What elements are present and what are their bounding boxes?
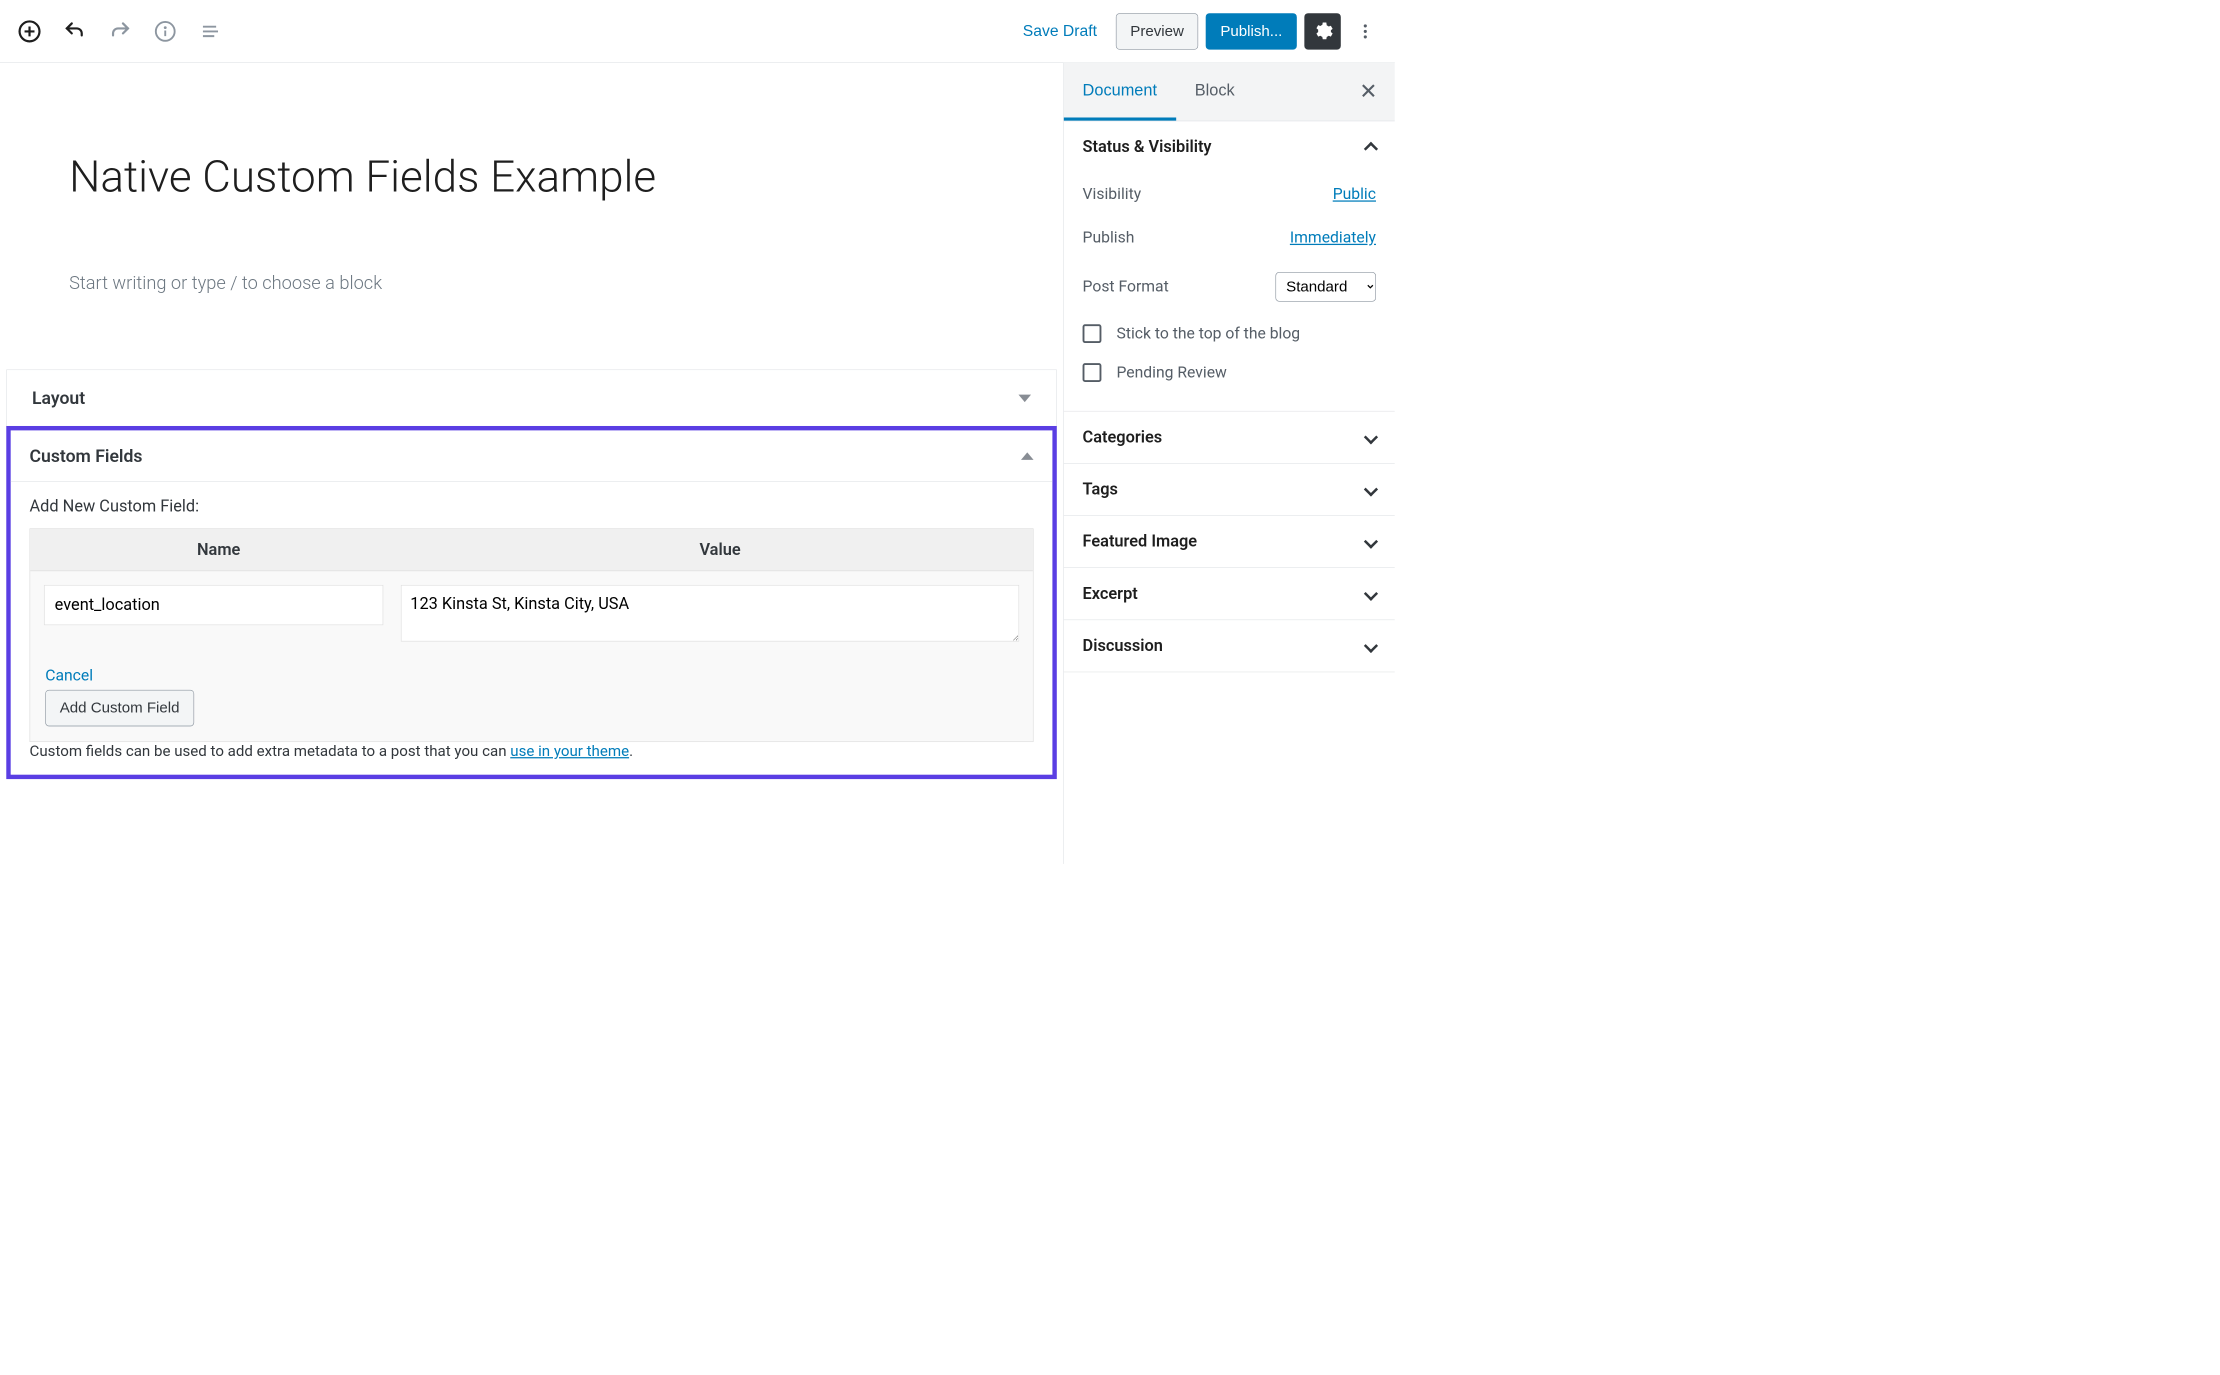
use-in-theme-link[interactable]: use in your theme bbox=[510, 742, 629, 760]
info-icon bbox=[154, 20, 177, 43]
add-block-button[interactable] bbox=[13, 14, 47, 48]
tab-block[interactable]: Block bbox=[1176, 63, 1254, 121]
column-name: Name bbox=[30, 529, 407, 570]
post-format-select[interactable]: Standard bbox=[1275, 272, 1376, 302]
dots-vertical-icon bbox=[1356, 22, 1375, 41]
featured-image-panel[interactable]: Featured Image bbox=[1064, 516, 1395, 568]
editor-canvas: Native Custom Fields Example Start writi… bbox=[0, 63, 1063, 864]
custom-fields-header[interactable]: Custom Fields bbox=[11, 430, 1053, 482]
tags-panel[interactable]: Tags bbox=[1064, 464, 1395, 516]
meta-boxes: Layout Custom Fields Add New Custom Fiel… bbox=[0, 369, 1063, 779]
pending-checkbox-row[interactable]: Pending Review bbox=[1083, 353, 1376, 392]
chevron-down-icon bbox=[1364, 639, 1378, 653]
caret-up-icon bbox=[1021, 452, 1034, 460]
list-icon bbox=[199, 20, 222, 43]
column-value: Value bbox=[407, 529, 1033, 570]
custom-fields-help: Custom fields can be used to add extra m… bbox=[30, 742, 1034, 760]
custom-fields-table: Name Value Cancel Add Custom Field bbox=[30, 528, 1034, 742]
chevron-down-icon bbox=[1364, 534, 1378, 548]
discussion-panel[interactable]: Discussion bbox=[1064, 620, 1395, 672]
outline-button[interactable] bbox=[194, 14, 228, 48]
tab-document[interactable]: Document bbox=[1064, 63, 1176, 121]
chevron-down-icon bbox=[1364, 430, 1378, 444]
chevron-up-icon bbox=[1364, 142, 1378, 156]
settings-sidebar: Document Block ✕ Status & Visibility Vis… bbox=[1063, 63, 1395, 864]
status-visibility-header[interactable]: Status & Visibility bbox=[1064, 121, 1395, 173]
settings-button[interactable] bbox=[1304, 13, 1340, 49]
undo-icon bbox=[63, 19, 87, 43]
chevron-down-icon bbox=[1364, 587, 1378, 601]
publish-label: Publish bbox=[1083, 229, 1135, 247]
toolbar-left bbox=[13, 14, 228, 48]
redo-button[interactable] bbox=[103, 14, 137, 48]
close-sidebar-button[interactable]: ✕ bbox=[1348, 73, 1389, 111]
field-name-input[interactable] bbox=[44, 585, 383, 625]
layout-panel-title: Layout bbox=[32, 388, 85, 409]
add-custom-field-button[interactable]: Add Custom Field bbox=[45, 690, 194, 726]
custom-fields-title: Custom Fields bbox=[30, 445, 143, 466]
chevron-down-icon bbox=[1364, 482, 1378, 496]
stick-checkbox-row[interactable]: Stick to the top of the blog bbox=[1083, 314, 1376, 353]
checkbox-icon bbox=[1083, 324, 1102, 343]
publish-button[interactable]: Publish... bbox=[1206, 13, 1297, 49]
undo-button[interactable] bbox=[58, 14, 92, 48]
checkbox-icon bbox=[1083, 363, 1102, 382]
cancel-link[interactable]: Cancel bbox=[30, 655, 1033, 685]
excerpt-panel[interactable]: Excerpt bbox=[1064, 568, 1395, 620]
visibility-label: Visibility bbox=[1083, 185, 1142, 203]
block-placeholder[interactable]: Start writing or type / to choose a bloc… bbox=[69, 273, 994, 294]
add-new-field-label: Add New Custom Field: bbox=[30, 497, 1034, 516]
visibility-value[interactable]: Public bbox=[1333, 185, 1376, 203]
toolbar-right: Save Draft Preview Publish... bbox=[1011, 13, 1382, 49]
publish-value[interactable]: Immediately bbox=[1290, 229, 1376, 247]
save-draft-button[interactable]: Save Draft bbox=[1011, 14, 1108, 47]
post-format-label: Post Format bbox=[1083, 278, 1169, 296]
plus-circle-icon bbox=[18, 19, 42, 43]
gear-icon bbox=[1312, 20, 1333, 41]
editor-toolbar: Save Draft Preview Publish... bbox=[0, 0, 1395, 63]
field-value-input[interactable] bbox=[401, 585, 1019, 642]
close-icon: ✕ bbox=[1359, 80, 1377, 104]
preview-button[interactable]: Preview bbox=[1116, 13, 1199, 49]
redo-icon bbox=[108, 19, 132, 43]
post-title[interactable]: Native Custom Fields Example bbox=[69, 151, 994, 204]
status-visibility-panel: Status & Visibility Visibility Public Pu… bbox=[1064, 121, 1395, 411]
categories-panel[interactable]: Categories bbox=[1064, 412, 1395, 464]
more-menu-button[interactable] bbox=[1348, 14, 1382, 48]
main-area: Native Custom Fields Example Start writi… bbox=[0, 63, 1395, 864]
caret-down-icon bbox=[1018, 394, 1031, 402]
layout-panel[interactable]: Layout bbox=[6, 369, 1057, 426]
sidebar-tabs: Document Block ✕ bbox=[1064, 63, 1395, 121]
custom-fields-panel: Custom Fields Add New Custom Field: Name… bbox=[6, 426, 1057, 779]
info-button[interactable] bbox=[148, 14, 182, 48]
